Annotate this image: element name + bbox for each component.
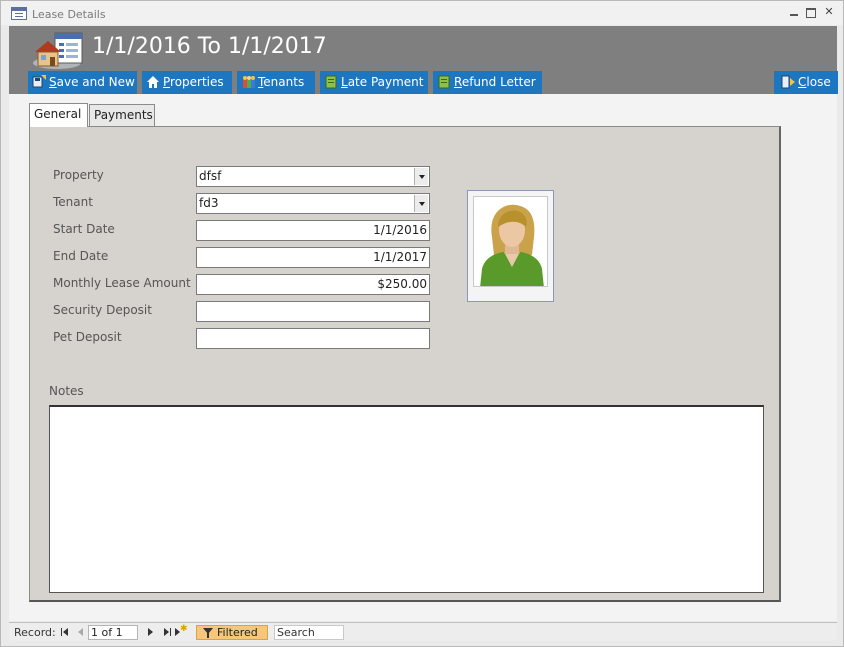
notes-textarea[interactable] bbox=[49, 405, 764, 593]
people-icon bbox=[241, 74, 256, 88]
properties-label: roperties bbox=[170, 75, 224, 89]
refund-letter-label: efund Letter bbox=[461, 75, 536, 89]
tenant-photo-frame bbox=[473, 196, 548, 287]
new-record-button[interactable] bbox=[175, 624, 188, 638]
monthly-lease-amount-label: Monthly Lease Amount bbox=[53, 276, 191, 290]
late-payment-button[interactable]: Late Payment bbox=[320, 71, 428, 94]
properties-button[interactable]: Properties bbox=[142, 71, 232, 94]
current-record-input[interactable]: 1 of 1 bbox=[88, 625, 138, 640]
pet-deposit-label: Pet Deposit bbox=[53, 330, 122, 344]
restore-button[interactable] bbox=[805, 7, 817, 18]
tab-general[interactable]: General bbox=[29, 103, 88, 127]
close-form-button[interactable]: Close bbox=[774, 71, 838, 94]
tenant-value: fd3 bbox=[199, 196, 219, 210]
filter-label: Filtered bbox=[217, 626, 258, 639]
previous-record-button[interactable] bbox=[75, 626, 87, 638]
close-label: lose bbox=[806, 75, 831, 89]
late-payment-label: ate Payment bbox=[347, 75, 424, 89]
tenant-label: Tenant bbox=[53, 195, 93, 209]
window-title: Lease Details bbox=[32, 8, 106, 21]
properties-key: P bbox=[163, 75, 171, 89]
next-record-button[interactable] bbox=[144, 626, 156, 638]
title-bar: Lease Details ✕ bbox=[1, 1, 843, 25]
refund-letter-key: R bbox=[454, 75, 462, 89]
last-record-button[interactable] bbox=[160, 626, 172, 638]
close-door-icon bbox=[781, 74, 796, 89]
property-label: Property bbox=[53, 168, 104, 182]
form-icon bbox=[11, 7, 27, 20]
search-input[interactable]: Search bbox=[274, 625, 344, 640]
save-and-new-label: ave and New bbox=[56, 75, 135, 89]
security-deposit-label: Security Deposit bbox=[53, 303, 152, 317]
house-icon bbox=[146, 74, 161, 88]
property-combobox[interactable]: dfsf bbox=[196, 166, 430, 187]
save-new-icon bbox=[32, 74, 47, 88]
security-deposit-field[interactable] bbox=[196, 301, 430, 322]
save-and-new-key: S bbox=[49, 75, 57, 89]
report-icon bbox=[437, 74, 452, 89]
first-record-button[interactable] bbox=[60, 626, 72, 638]
lease-logo-icon bbox=[33, 32, 83, 69]
lease-period-heading: 1/1/2016 To 1/1/2017 bbox=[92, 34, 327, 59]
lease-details-window: Lease Details ✕ 1/1/2016 To 1/1/2017 Sav… bbox=[0, 0, 844, 647]
monthly-lease-amount-field[interactable]: $250.00 bbox=[196, 274, 430, 295]
save-and-new-button[interactable]: Save and New bbox=[28, 71, 137, 94]
start-date-label: Start Date bbox=[53, 222, 115, 236]
tenant-combobox[interactable]: fd3 bbox=[196, 193, 430, 214]
tenants-button[interactable]: Tenants bbox=[237, 71, 315, 94]
notes-label: Notes bbox=[49, 384, 84, 398]
late-payment-key: L bbox=[341, 75, 348, 89]
tab-payments[interactable]: Payments bbox=[89, 104, 155, 127]
minimize-button[interactable] bbox=[788, 7, 800, 18]
property-dropdown-arrow-icon[interactable] bbox=[414, 168, 428, 185]
refund-letter-button[interactable]: Refund Letter bbox=[433, 71, 542, 94]
close-window-button[interactable]: ✕ bbox=[823, 6, 835, 18]
pet-deposit-field[interactable] bbox=[196, 328, 430, 349]
start-date-field[interactable]: 1/1/2016 bbox=[196, 220, 430, 241]
person-avatar-icon bbox=[480, 204, 544, 286]
tenants-label: enants bbox=[263, 75, 305, 89]
tenant-photo bbox=[467, 190, 554, 302]
report-icon bbox=[324, 74, 339, 89]
record-navigation-bar: Record: 1 of 1 Filtered Search bbox=[9, 622, 837, 641]
filter-toggle-button[interactable]: Filtered bbox=[196, 625, 268, 640]
end-date-field[interactable]: 1/1/2017 bbox=[196, 247, 430, 268]
filter-funnel-icon bbox=[203, 628, 213, 638]
end-date-label: End Date bbox=[53, 249, 109, 263]
property-value: dfsf bbox=[199, 169, 222, 183]
tenant-dropdown-arrow-icon[interactable] bbox=[414, 195, 428, 212]
record-label: Record: bbox=[14, 626, 56, 639]
